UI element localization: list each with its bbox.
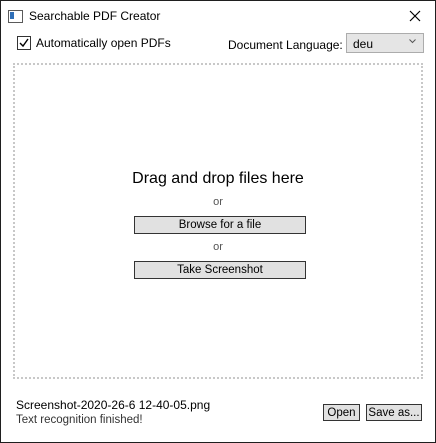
or-separator: or [213,241,223,253]
save-as-button[interactable]: Save as... [366,404,422,421]
language-label: Document Language: [228,38,343,52]
take-screenshot-button[interactable]: Take Screenshot [134,261,306,279]
options-bar: Automatically open PDFs Document Languag… [1,33,435,57]
language-select[interactable]: deu [346,33,424,53]
status-file-name: Screenshot-2020-26-6 12-40-05.png [16,398,211,412]
app-window: Searchable PDF Creator Automatically ope… [0,0,436,443]
open-button[interactable]: Open [323,404,360,421]
window-title: Searchable PDF Creator [29,9,161,23]
browse-file-button[interactable]: Browse for a file [134,216,306,234]
checkmark-icon [19,38,29,48]
auto-open-checkbox[interactable] [17,36,31,50]
close-icon [409,10,421,22]
app-icon [8,10,23,23]
status-message: Text recognition finished! [16,414,143,426]
language-value: deu [353,37,374,51]
drop-title: Drag and drop files here [132,170,304,187]
close-button[interactable] [395,1,435,31]
chevron-down-icon [409,39,416,44]
or-separator: or [213,196,223,208]
auto-open-label: Automatically open PDFs [36,36,171,50]
drop-zone[interactable]: Drag and drop files here or Browse for a… [13,63,423,379]
title-bar: Searchable PDF Creator [1,1,435,31]
auto-open-option[interactable]: Automatically open PDFs [17,36,171,50]
